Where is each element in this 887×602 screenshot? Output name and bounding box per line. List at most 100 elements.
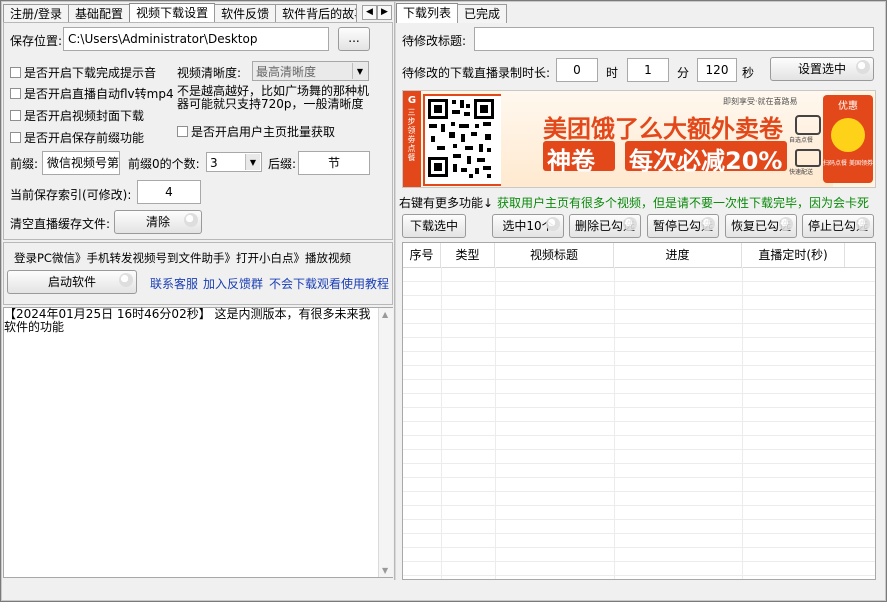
mascot-icon (831, 118, 865, 152)
ad-side-text: 三步领劵点餐 (407, 108, 416, 162)
checkbox-save-prefix[interactable]: 是否开启保存前缀功能 (10, 129, 144, 146)
splitter[interactable] (394, 0, 396, 580)
grid-row-line (403, 575, 875, 576)
clarity-note: 不是越高越好，比如广场舞的那种机器可能就只支持720p，一般清晰度 (177, 84, 370, 111)
column-header-type[interactable]: 类型 (441, 243, 495, 267)
tab-video-download-settings[interactable]: 视频下载设置 (129, 3, 216, 23)
checkbox-box[interactable] (10, 110, 21, 121)
column-header-live-timer[interactable]: 直播定时(秒) (742, 243, 845, 267)
seconds-input[interactable]: 120 (697, 58, 737, 82)
grid-column-line (742, 267, 743, 579)
grid-row-line (403, 491, 875, 492)
grid-row-line (403, 281, 875, 282)
button-gloss-icon (779, 217, 793, 231)
delete-checked-button[interactable]: 删除已勾选 (569, 214, 641, 238)
checkbox-label: 是否开启下载完成提示音 (24, 66, 157, 80)
contact-support-link[interactable]: 联系客服 (150, 275, 198, 292)
grid-row-line (403, 547, 875, 548)
tab-software-feedback[interactable]: 软件反馈 (214, 4, 277, 23)
resume-checked-button[interactable]: 恢复已勾选 (725, 214, 797, 238)
checkbox-box[interactable] (177, 126, 188, 137)
pause-checked-button[interactable]: 暂停已勾选 (647, 214, 719, 238)
stop-checked-button[interactable]: 停止已勾选 (802, 214, 874, 238)
column-header-title[interactable]: 视频标题 (495, 243, 614, 267)
grid-column-line (441, 267, 442, 579)
scroll-down-icon[interactable]: ▼ (382, 566, 388, 575)
save-index-input[interactable]: 4 (137, 180, 201, 204)
grid-row-line (403, 477, 875, 478)
clarity-value: 最高清晰度 (256, 65, 317, 79)
select-ten-button[interactable]: 选中10个 (492, 214, 564, 238)
set-selected-label: 设置选中 (797, 62, 846, 76)
left-tab-bar: 注册/登录 基础配置 视频下载设置 软件反馈 软件背后的故事 (3, 3, 358, 23)
download-selected-button[interactable]: 下载选中 (402, 214, 466, 238)
checkbox-cover-download[interactable]: 是否开启视频封面下载 (10, 107, 144, 124)
button-gloss-icon (856, 60, 870, 74)
tab-completed[interactable]: 已完成 (457, 4, 508, 23)
prefix-input[interactable]: 微信视频号第 (42, 151, 120, 175)
checkbox-label: 是否开启保存前缀功能 (24, 131, 145, 145)
hours-input[interactable]: 0 (556, 58, 598, 82)
ad-icon-label-a: 自选点餐 (789, 137, 814, 144)
log-scrollbar[interactable]: ▲ ▼ (378, 308, 393, 577)
tab-register-login[interactable]: 注册/登录 (3, 4, 70, 23)
ad-icon-label-b: 快速配送 (789, 169, 814, 176)
grid-row-line (403, 421, 875, 422)
tab-basic-config[interactable]: 基础配置 (68, 4, 131, 23)
grid-column-line (614, 267, 615, 579)
button-gloss-icon (701, 217, 715, 231)
batch-warning: 获取用户主页有很多个视频，但是请不要一次性下载完毕，因为会卡死 (497, 196, 870, 210)
clear-cache-button[interactable]: 清除 (114, 210, 202, 234)
zero-count-label: 前缀0的个数: (128, 157, 200, 171)
zero-count-select[interactable]: 3 ▼ (206, 152, 262, 172)
ad-banner[interactable]: G 三步领劵点餐 即刻享受·就在喜路易 美团饿了么大额外卖卷 神卷 每次必减20… (402, 90, 876, 188)
join-feedback-group-link[interactable]: 加入反馈群 (203, 275, 263, 292)
ad-badge: 优惠 扫码点餐 美国领券 (823, 95, 873, 183)
minutes-input[interactable]: 1 (627, 58, 669, 82)
download-table[interactable]: 序号 类型 视频标题 进度 直播定时(秒) (402, 242, 876, 580)
qr-code[interactable] (423, 94, 503, 186)
tab-download-list[interactable]: 下载列表 (396, 3, 459, 23)
browse-button[interactable]: ... (338, 27, 370, 51)
clarity-select[interactable]: 最高清晰度 ▼ (252, 61, 369, 81)
log-area[interactable] (3, 307, 393, 578)
browse-label: ... (348, 31, 360, 45)
clear-button-label: 清除 (145, 215, 170, 229)
edit-title-label: 待修改标题: (402, 34, 467, 48)
tab-software-story[interactable]: 软件背后的故事 (275, 4, 358, 23)
edit-title-input[interactable] (474, 27, 874, 51)
checkbox-label: 是否开启用户主页批量获取 (191, 125, 336, 139)
tutorial-link[interactable]: 不会下载观看使用教程 (269, 275, 389, 292)
duration-label: 待修改的下载直播录制时长: (402, 66, 551, 80)
ad-badge-bottom: 扫码点餐 美国领券 (823, 160, 873, 167)
tab-scroll-left-button[interactable]: ◀ (362, 5, 377, 20)
column-header-progress[interactable]: 进度 (614, 243, 742, 267)
grid-row-line (403, 323, 875, 324)
scroll-up-icon[interactable]: ▲ (382, 310, 388, 319)
grid-row-line (403, 449, 875, 450)
checkmark-icon (795, 115, 821, 135)
grid-row-line (403, 295, 875, 296)
grid-row-line (403, 519, 875, 520)
card-icon (795, 149, 821, 167)
checkbox-box[interactable] (10, 88, 21, 99)
ad-subline-a: 神卷 (547, 147, 595, 175)
checkbox-batch-fetch[interactable]: 是否开启用户主页批量获取 (177, 123, 335, 140)
start-software-button[interactable]: 启动软件 (7, 270, 137, 294)
prefix-label: 前缀: (10, 157, 39, 171)
save-location-label: 保存位置: (10, 34, 63, 48)
checkbox-flv-to-mp4[interactable]: 是否开启直播自动flv转mp4 (10, 85, 174, 102)
clarity-label: 视频清晰度: (177, 66, 242, 80)
grid-row-line (403, 435, 875, 436)
save-location-input[interactable]: C:\Users\Administrator\Desktop (63, 27, 329, 51)
checkbox-box[interactable] (10, 67, 21, 78)
right-click-hint: 右键有更多功能↓ (399, 196, 494, 210)
checkbox-download-sound[interactable]: 是否开启下载完成提示音 (10, 64, 156, 81)
set-selected-button[interactable]: 设置选中 (770, 57, 874, 81)
suffix-input[interactable]: 节 (298, 151, 370, 175)
checkbox-box[interactable] (10, 132, 21, 143)
log-text: 【2024年01月25日 16时46分02秒】 这是内测版本，有很多未来我软件的… (4, 307, 371, 334)
tab-scroll-right-button[interactable]: ▶ (377, 5, 392, 20)
column-header-index[interactable]: 序号 (403, 243, 441, 267)
grid-row-line (403, 309, 875, 310)
